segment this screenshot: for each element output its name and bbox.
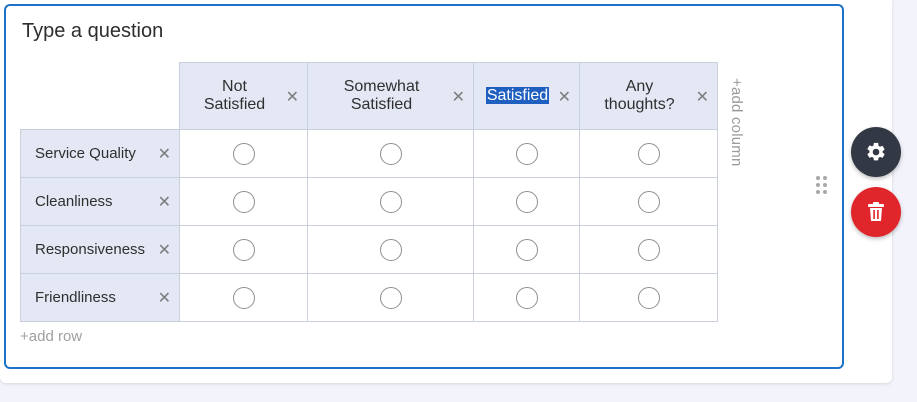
radio-option[interactable] xyxy=(379,190,402,213)
radio-option[interactable] xyxy=(232,238,255,261)
radio-option[interactable] xyxy=(232,142,255,165)
column-label-line1: Not xyxy=(222,78,247,95)
radio-option[interactable] xyxy=(637,238,660,261)
row-label[interactable]: Service Quality xyxy=(35,145,136,162)
column-label-selected[interactable]: Satisfied xyxy=(485,87,550,104)
remove-column-icon[interactable]: ✕ xyxy=(696,87,709,107)
remove-row-icon[interactable]: ✕ xyxy=(158,192,171,212)
radio-option[interactable] xyxy=(515,238,538,261)
radio-option[interactable] xyxy=(515,142,538,165)
row-header-friendliness[interactable]: Friendliness ✕ xyxy=(20,273,180,322)
trash-icon xyxy=(868,202,884,221)
delete-button[interactable] xyxy=(851,187,901,237)
radio-option[interactable] xyxy=(379,286,402,309)
add-row-button[interactable]: +add row xyxy=(20,328,82,345)
radio-option[interactable] xyxy=(637,190,660,213)
remove-row-icon[interactable]: ✕ xyxy=(158,288,171,308)
radio-option[interactable] xyxy=(637,286,660,309)
column-header-any-thoughts[interactable]: Any thoughts? ✕ xyxy=(579,62,718,130)
remove-row-icon[interactable]: ✕ xyxy=(158,240,171,260)
remove-column-icon[interactable]: ✕ xyxy=(558,87,571,107)
matrix-question-editor[interactable]: Type a question Not Satisfied ✕ Somewhat S… xyxy=(4,4,844,369)
radio-option[interactable] xyxy=(515,190,538,213)
header-row: Not Satisfied ✕ Somewhat Satisfied ✕ Satis… xyxy=(20,62,718,130)
remove-row-icon[interactable]: ✕ xyxy=(158,144,171,164)
radio-option[interactable] xyxy=(515,286,538,309)
row-header-responsiveness[interactable]: Responsiveness ✕ xyxy=(20,225,180,274)
matrix-table: Not Satisfied ✕ Somewhat Satisfied ✕ Satis… xyxy=(20,62,718,322)
corner-cell xyxy=(20,62,180,130)
table-row: Responsiveness ✕ xyxy=(20,225,718,274)
table-row: Friendliness ✕ xyxy=(20,273,718,322)
row-label[interactable]: Friendliness xyxy=(35,289,116,306)
drag-handle-icon[interactable] xyxy=(816,176,830,198)
row-header-service-quality[interactable]: Service Quality ✕ xyxy=(20,129,180,178)
row-header-cleanliness[interactable]: Cleanliness ✕ xyxy=(20,177,180,226)
column-header-satisfied[interactable]: Satisfied ✕ xyxy=(473,62,580,130)
table-row: Service Quality ✕ xyxy=(20,129,718,178)
column-label-line2: Satisfied xyxy=(203,96,266,113)
remove-column-icon[interactable]: ✕ xyxy=(452,87,465,107)
radio-option[interactable] xyxy=(637,142,660,165)
radio-option[interactable] xyxy=(379,142,402,165)
column-label-line1: Somewhat xyxy=(343,78,420,95)
radio-option[interactable] xyxy=(379,238,402,261)
column-label-line2: thoughts? xyxy=(604,96,675,113)
remove-column-icon[interactable]: ✕ xyxy=(286,87,299,107)
question-title[interactable]: Type a question xyxy=(22,20,163,43)
table-row: Cleanliness ✕ xyxy=(20,177,718,226)
gear-icon xyxy=(867,142,885,161)
settings-button[interactable] xyxy=(851,127,901,177)
row-label[interactable]: Responsiveness xyxy=(35,241,145,258)
radio-option[interactable] xyxy=(232,286,255,309)
column-label-line2: Satisfied xyxy=(350,96,413,113)
column-header-somewhat-satisfied[interactable]: Somewhat Satisfied ✕ xyxy=(307,62,474,130)
question-card: Type a question Not Satisfied ✕ Somewhat S… xyxy=(0,0,892,383)
row-label[interactable]: Cleanliness xyxy=(35,193,113,210)
column-label-line1: Any xyxy=(625,78,654,95)
radio-option[interactable] xyxy=(232,190,255,213)
add-column-button[interactable]: +add column xyxy=(728,78,745,167)
column-header-not-satisfied[interactable]: Not Satisfied ✕ xyxy=(179,62,308,130)
